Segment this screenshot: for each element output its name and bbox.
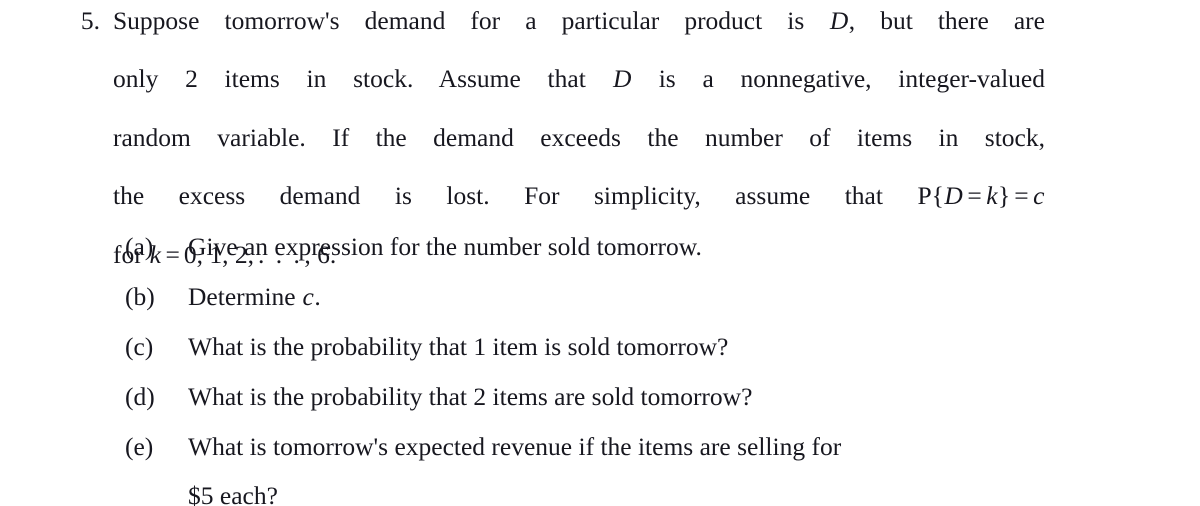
problem-line-4-text: the excess demand is lost. For simplicit… — [113, 181, 918, 211]
sub-question-a-text: Give an expression for the number sold t… — [188, 232, 702, 261]
sub-question-e-text: What is tomorrow's expected revenue if t… — [188, 422, 1048, 506]
variable-c: c — [1033, 181, 1045, 211]
sub-question-e-marker: (e) — [125, 432, 154, 461]
problem-line-1-text-a: Suppose tomorrow's demand for a particul… — [113, 6, 830, 35]
problem-line-2: only 2 items in stock. Assume that D is … — [113, 64, 1045, 122]
sub-question-list: (a) Give an expression for the number so… — [0, 222, 1200, 506]
variable-D: D — [829, 6, 849, 35]
sub-question-a-marker: (a) — [125, 232, 154, 261]
variable-D: D — [613, 64, 632, 94]
sub-question-c: (c) What is the probability that 1 item … — [0, 322, 1200, 372]
problem-line-2-text-b: is a nonnegative, integer-valued — [631, 64, 1045, 94]
sub-question-e: (e) What is tomorrow's expected revenue … — [0, 422, 1200, 506]
sub-question-b-prefix: Determine — [188, 282, 302, 311]
sub-question-d-marker: (d) — [125, 382, 155, 411]
problem-line-3-text: random variable. If the demand exceeds t… — [113, 122, 1045, 152]
sub-question-b: (b) Determine c. — [0, 272, 1200, 322]
sub-question-c-text: What is the probability that 1 item is s… — [188, 332, 729, 361]
sub-question-d: (d) What is the probability that 2 items… — [0, 372, 1200, 422]
equals-sign: = — [1014, 181, 1029, 211]
problem-line-1-text-b: , but there are — [848, 6, 1045, 35]
problem-line-2-text-a: only 2 items in stock. Assume that — [113, 64, 613, 94]
problem-line-1: Suppose tomorrow's demand for a particul… — [113, 6, 1045, 64]
problem-line-3: random variable. If the demand exceeds t… — [113, 123, 1045, 181]
sub-question-e-line-2: $5 each? — [188, 481, 278, 506]
sub-question-b-text: Determine c. — [188, 272, 1048, 322]
sub-question-a: (a) Give an expression for the number so… — [0, 222, 1200, 272]
document-page: 5. Suppose tomorrow's demand for a parti… — [0, 0, 1200, 506]
variable-D: D — [944, 181, 963, 211]
sub-question-b-marker: (b) — [125, 282, 155, 311]
sub-question-d-text: What is the probability that 2 items are… — [188, 382, 753, 411]
probability-operator: P — [917, 181, 932, 211]
variable-c: c — [302, 282, 314, 311]
problem-number: 5. — [80, 6, 100, 35]
right-brace: } — [998, 181, 1011, 211]
sub-question-b-suffix: . — [314, 282, 321, 311]
sub-question-c-marker: (c) — [125, 332, 154, 361]
equals-sign: = — [967, 181, 982, 211]
sub-question-e-line-1: What is tomorrow's expected revenue if t… — [188, 432, 842, 461]
left-brace: { — [931, 181, 944, 211]
variable-k: k — [986, 181, 998, 211]
